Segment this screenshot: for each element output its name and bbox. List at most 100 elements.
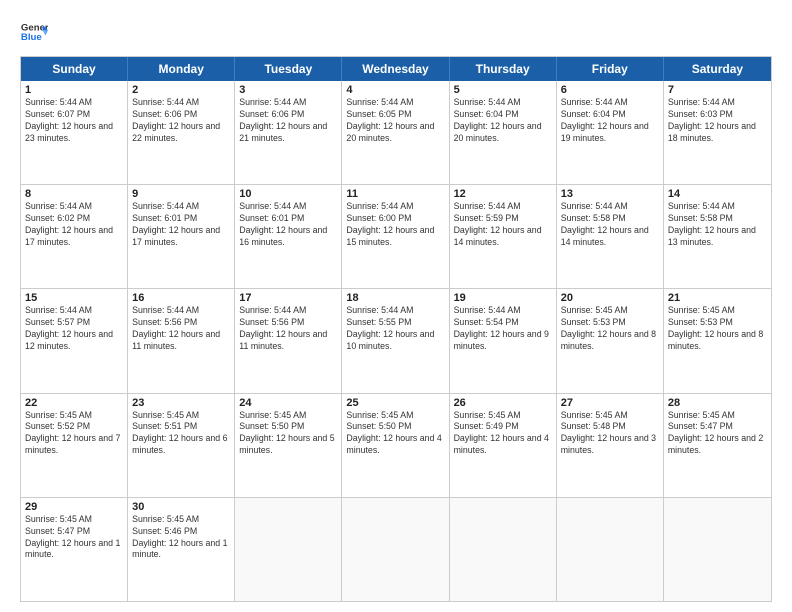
day-info: Sunrise: 5:44 AMSunset: 6:02 PMDaylight:… — [25, 201, 113, 247]
day-info: Sunrise: 5:45 AMSunset: 5:49 PMDaylight:… — [454, 410, 549, 456]
day-info: Sunrise: 5:45 AMSunset: 5:50 PMDaylight:… — [239, 410, 334, 456]
day-number: 20 — [561, 292, 659, 304]
calendar-week-4: 22Sunrise: 5:45 AMSunset: 5:52 PMDayligh… — [21, 393, 771, 497]
day-info: Sunrise: 5:44 AMSunset: 6:04 PMDaylight:… — [561, 97, 649, 143]
day-info: Sunrise: 5:44 AMSunset: 5:55 PMDaylight:… — [346, 305, 434, 351]
calendar-week-2: 8Sunrise: 5:44 AMSunset: 6:02 PMDaylight… — [21, 184, 771, 288]
logo-icon: General Blue — [20, 18, 48, 46]
calendar-day-5: 5Sunrise: 5:44 AMSunset: 6:04 PMDaylight… — [450, 81, 557, 184]
day-number: 12 — [454, 188, 552, 200]
calendar-week-3: 15Sunrise: 5:44 AMSunset: 5:57 PMDayligh… — [21, 288, 771, 392]
calendar-body: 1Sunrise: 5:44 AMSunset: 6:07 PMDaylight… — [21, 81, 771, 601]
day-info: Sunrise: 5:44 AMSunset: 5:56 PMDaylight:… — [132, 305, 220, 351]
calendar-empty-cell — [664, 498, 771, 601]
calendar-empty-cell — [342, 498, 449, 601]
day-number: 22 — [25, 397, 123, 409]
calendar-day-23: 23Sunrise: 5:45 AMSunset: 5:51 PMDayligh… — [128, 394, 235, 497]
calendar-day-28: 28Sunrise: 5:45 AMSunset: 5:47 PMDayligh… — [664, 394, 771, 497]
calendar-day-4: 4Sunrise: 5:44 AMSunset: 6:05 PMDaylight… — [342, 81, 449, 184]
day-number: 3 — [239, 84, 337, 96]
header-day-friday: Friday — [557, 57, 664, 81]
day-number: 21 — [668, 292, 767, 304]
calendar-day-17: 17Sunrise: 5:44 AMSunset: 5:56 PMDayligh… — [235, 289, 342, 392]
day-number: 6 — [561, 84, 659, 96]
calendar-header: SundayMondayTuesdayWednesdayThursdayFrid… — [21, 57, 771, 81]
day-info: Sunrise: 5:44 AMSunset: 5:57 PMDaylight:… — [25, 305, 113, 351]
day-info: Sunrise: 5:45 AMSunset: 5:51 PMDaylight:… — [132, 410, 227, 456]
calendar-day-2: 2Sunrise: 5:44 AMSunset: 6:06 PMDaylight… — [128, 81, 235, 184]
calendar-day-26: 26Sunrise: 5:45 AMSunset: 5:49 PMDayligh… — [450, 394, 557, 497]
calendar-day-16: 16Sunrise: 5:44 AMSunset: 5:56 PMDayligh… — [128, 289, 235, 392]
day-number: 17 — [239, 292, 337, 304]
calendar-day-24: 24Sunrise: 5:45 AMSunset: 5:50 PMDayligh… — [235, 394, 342, 497]
calendar-day-12: 12Sunrise: 5:44 AMSunset: 5:59 PMDayligh… — [450, 185, 557, 288]
day-info: Sunrise: 5:44 AMSunset: 6:06 PMDaylight:… — [132, 97, 220, 143]
calendar-day-14: 14Sunrise: 5:44 AMSunset: 5:58 PMDayligh… — [664, 185, 771, 288]
day-number: 14 — [668, 188, 767, 200]
day-info: Sunrise: 5:44 AMSunset: 6:04 PMDaylight:… — [454, 97, 542, 143]
header-day-sunday: Sunday — [21, 57, 128, 81]
header-day-monday: Monday — [128, 57, 235, 81]
day-number: 27 — [561, 397, 659, 409]
day-info: Sunrise: 5:44 AMSunset: 6:05 PMDaylight:… — [346, 97, 434, 143]
day-number: 24 — [239, 397, 337, 409]
day-number: 16 — [132, 292, 230, 304]
day-number: 1 — [25, 84, 123, 96]
logo: General Blue — [20, 18, 48, 46]
calendar-day-18: 18Sunrise: 5:44 AMSunset: 5:55 PMDayligh… — [342, 289, 449, 392]
calendar-day-20: 20Sunrise: 5:45 AMSunset: 5:53 PMDayligh… — [557, 289, 664, 392]
calendar-day-15: 15Sunrise: 5:44 AMSunset: 5:57 PMDayligh… — [21, 289, 128, 392]
calendar-day-29: 29Sunrise: 5:45 AMSunset: 5:47 PMDayligh… — [21, 498, 128, 601]
calendar-day-11: 11Sunrise: 5:44 AMSunset: 6:00 PMDayligh… — [342, 185, 449, 288]
day-number: 10 — [239, 188, 337, 200]
calendar-day-22: 22Sunrise: 5:45 AMSunset: 5:52 PMDayligh… — [21, 394, 128, 497]
day-number: 2 — [132, 84, 230, 96]
day-number: 25 — [346, 397, 444, 409]
calendar-day-10: 10Sunrise: 5:44 AMSunset: 6:01 PMDayligh… — [235, 185, 342, 288]
calendar-day-9: 9Sunrise: 5:44 AMSunset: 6:01 PMDaylight… — [128, 185, 235, 288]
calendar-day-25: 25Sunrise: 5:45 AMSunset: 5:50 PMDayligh… — [342, 394, 449, 497]
calendar-day-7: 7Sunrise: 5:44 AMSunset: 6:03 PMDaylight… — [664, 81, 771, 184]
day-info: Sunrise: 5:44 AMSunset: 6:01 PMDaylight:… — [239, 201, 327, 247]
day-info: Sunrise: 5:45 AMSunset: 5:50 PMDaylight:… — [346, 410, 441, 456]
day-info: Sunrise: 5:44 AMSunset: 6:06 PMDaylight:… — [239, 97, 327, 143]
calendar-empty-cell — [450, 498, 557, 601]
calendar-day-13: 13Sunrise: 5:44 AMSunset: 5:58 PMDayligh… — [557, 185, 664, 288]
day-info: Sunrise: 5:45 AMSunset: 5:52 PMDaylight:… — [25, 410, 120, 456]
header-day-saturday: Saturday — [664, 57, 771, 81]
calendar-day-30: 30Sunrise: 5:45 AMSunset: 5:46 PMDayligh… — [128, 498, 235, 601]
day-info: Sunrise: 5:44 AMSunset: 6:07 PMDaylight:… — [25, 97, 113, 143]
calendar-day-6: 6Sunrise: 5:44 AMSunset: 6:04 PMDaylight… — [557, 81, 664, 184]
day-number: 19 — [454, 292, 552, 304]
day-info: Sunrise: 5:45 AMSunset: 5:53 PMDaylight:… — [668, 305, 763, 351]
day-info: Sunrise: 5:44 AMSunset: 5:58 PMDaylight:… — [668, 201, 756, 247]
day-number: 4 — [346, 84, 444, 96]
day-number: 18 — [346, 292, 444, 304]
day-number: 26 — [454, 397, 552, 409]
day-number: 29 — [25, 501, 123, 513]
calendar-week-1: 1Sunrise: 5:44 AMSunset: 6:07 PMDaylight… — [21, 81, 771, 184]
day-info: Sunrise: 5:44 AMSunset: 5:58 PMDaylight:… — [561, 201, 649, 247]
day-number: 15 — [25, 292, 123, 304]
day-number: 8 — [25, 188, 123, 200]
calendar-day-21: 21Sunrise: 5:45 AMSunset: 5:53 PMDayligh… — [664, 289, 771, 392]
header-day-wednesday: Wednesday — [342, 57, 449, 81]
calendar: SundayMondayTuesdayWednesdayThursdayFrid… — [20, 56, 772, 602]
page-header: General Blue — [20, 18, 772, 46]
day-info: Sunrise: 5:44 AMSunset: 5:59 PMDaylight:… — [454, 201, 542, 247]
calendar-week-5: 29Sunrise: 5:45 AMSunset: 5:47 PMDayligh… — [21, 497, 771, 601]
header-day-thursday: Thursday — [450, 57, 557, 81]
day-number: 9 — [132, 188, 230, 200]
calendar-day-27: 27Sunrise: 5:45 AMSunset: 5:48 PMDayligh… — [557, 394, 664, 497]
day-number: 7 — [668, 84, 767, 96]
day-info: Sunrise: 5:45 AMSunset: 5:47 PMDaylight:… — [668, 410, 763, 456]
svg-text:Blue: Blue — [21, 32, 42, 43]
day-number: 28 — [668, 397, 767, 409]
day-number: 11 — [346, 188, 444, 200]
day-info: Sunrise: 5:45 AMSunset: 5:46 PMDaylight:… — [132, 514, 227, 560]
day-number: 5 — [454, 84, 552, 96]
day-info: Sunrise: 5:44 AMSunset: 6:01 PMDaylight:… — [132, 201, 220, 247]
calendar-day-8: 8Sunrise: 5:44 AMSunset: 6:02 PMDaylight… — [21, 185, 128, 288]
day-info: Sunrise: 5:45 AMSunset: 5:48 PMDaylight:… — [561, 410, 656, 456]
day-number: 30 — [132, 501, 230, 513]
